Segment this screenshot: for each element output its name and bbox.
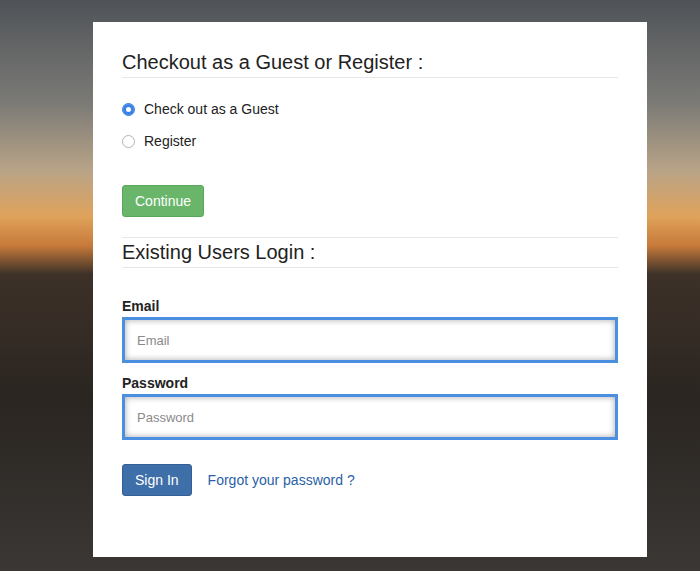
background-photo: Checkout as a Guest or Register : Check o…: [0, 0, 700, 571]
text-input[interactable]: [122, 317, 618, 363]
checkout-options: Check out as a Guest Register: [122, 99, 618, 151]
forgot-password-link[interactable]: Forgot your password ?: [208, 472, 355, 488]
form-field: Password: [122, 375, 618, 440]
field-label: Password: [122, 375, 618, 391]
field-label: Email: [122, 298, 618, 314]
radio-button[interactable]: [122, 135, 135, 148]
radio-option[interactable]: Register: [122, 131, 618, 151]
login-heading: Existing Users Login :: [122, 240, 618, 268]
radio-label[interactable]: Register: [144, 133, 196, 149]
text-input[interactable]: [122, 394, 618, 440]
login-actions: Sign In Forgot your password ?: [122, 464, 618, 496]
checkout-heading: Checkout as a Guest or Register :: [122, 50, 618, 78]
sign-in-button[interactable]: Sign In: [122, 464, 192, 496]
continue-button[interactable]: Continue: [122, 185, 204, 217]
radio-option[interactable]: Check out as a Guest: [122, 99, 618, 119]
login-section: Existing Users Login : Email Password Sign …: [122, 240, 618, 496]
continue-row: Continue: [122, 185, 618, 238]
checkout-card: Checkout as a Guest or Register : Check o…: [93, 22, 647, 557]
radio-button[interactable]: [122, 103, 135, 116]
radio-label[interactable]: Check out as a Guest: [144, 101, 279, 117]
form-field: Email: [122, 298, 618, 363]
